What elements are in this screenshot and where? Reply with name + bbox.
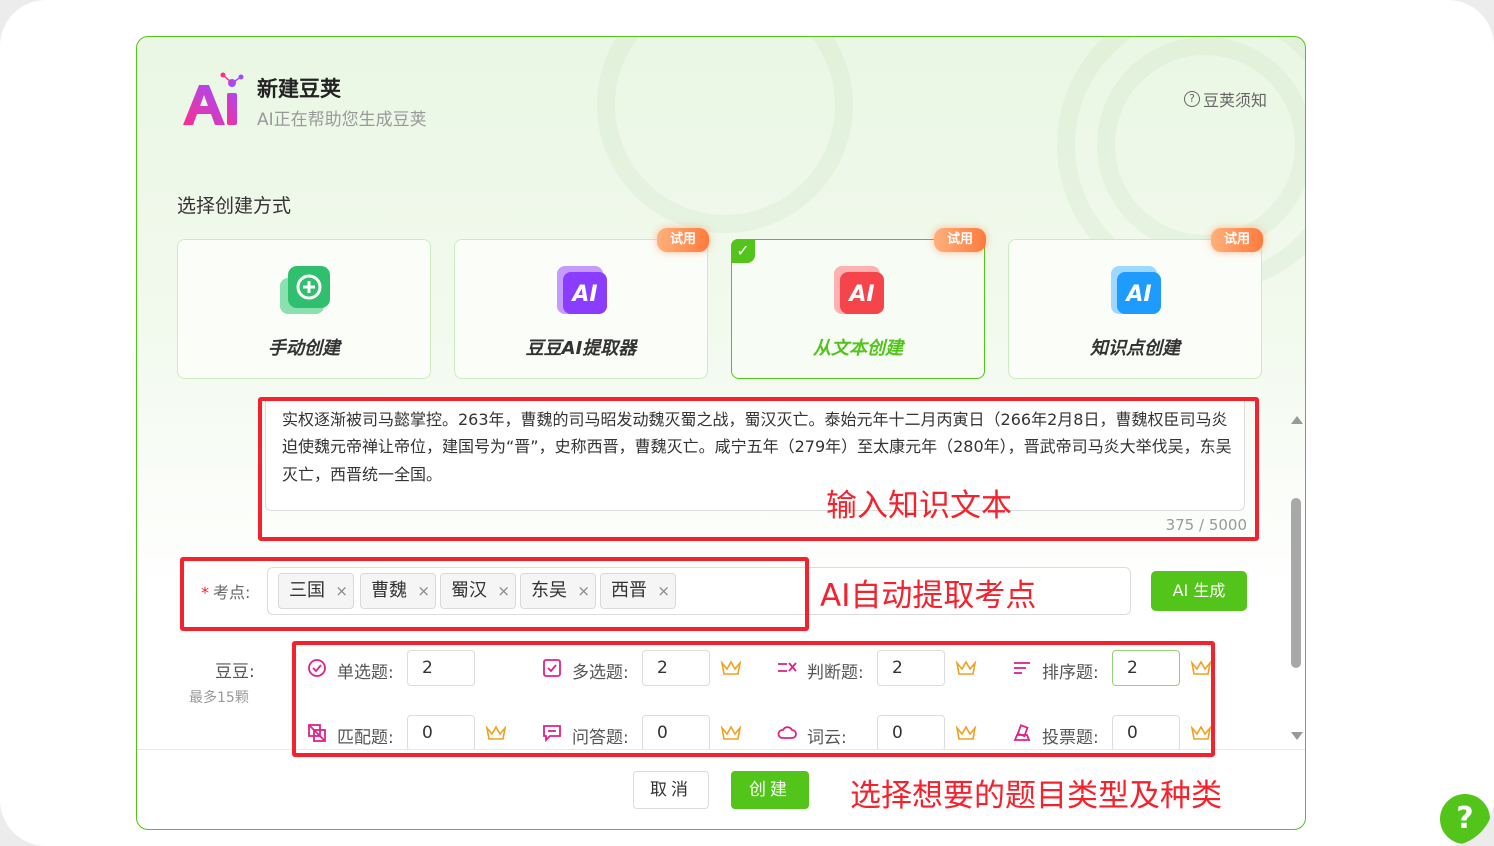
annotation-auto-extract: AI自动提取考点: [820, 578, 1037, 614]
mode-label: 知识点创建: [1090, 338, 1180, 359]
annotation-box-text: [258, 397, 1259, 541]
ai-logo-icon: [183, 72, 244, 125]
annotation-input-text: 输入知识文本: [826, 488, 1012, 524]
plus-circle-icon: [280, 266, 330, 314]
scrollbar-thumb[interactable]: [1291, 498, 1301, 668]
notice-link[interactable]: ? 豆荚须知: [1183, 87, 1267, 111]
svg-text:AI: AI: [847, 282, 874, 307]
question-circle-icon: ?: [1183, 91, 1200, 107]
ai-generate-button[interactable]: AI 生成: [1151, 571, 1247, 611]
help-button[interactable]: ?: [1440, 794, 1490, 844]
annotation-box-types: [292, 641, 1215, 757]
doudou-hint: 最多15颗: [189, 690, 249, 706]
doudou-label: 豆豆:: [215, 662, 255, 682]
trial-badge: 试用: [1211, 228, 1263, 252]
mode-label: 从文本创建: [813, 338, 903, 359]
decor-swirl: [597, 37, 853, 233]
selected-check-icon: ✓: [731, 239, 755, 263]
ai-red-icon: AI: [834, 266, 884, 314]
screen: 新建豆荚 AI正在帮助您生成豆荚 ? 豆荚须知 选择创建方式 手动创建 试用 A…: [0, 0, 1494, 846]
mode-label: 手动创建: [268, 338, 340, 359]
mode-card-knowledge-point[interactable]: 试用 AI 知识点创建: [1008, 228, 1263, 379]
mode-card-from-text[interactable]: ✓ 试用 AI 从文本创建: [731, 228, 986, 379]
mode-card-ai-extractor[interactable]: 试用 AI 豆豆AI提取器: [454, 228, 709, 379]
dialog-subtitle: AI正在帮助您生成豆荚: [257, 110, 427, 130]
annotation-box-keypoints: [180, 557, 809, 631]
trial-badge: 试用: [657, 228, 709, 252]
svg-text:AI: AI: [570, 282, 597, 307]
trial-badge: 试用: [934, 228, 986, 252]
decor-swirl: [1097, 37, 1305, 253]
notice-label: 豆荚须知: [1202, 91, 1267, 110]
dialog-title: 新建豆荚: [257, 77, 341, 101]
section-label: 选择创建方式: [177, 195, 292, 217]
ai-purple-icon: AI: [557, 266, 607, 314]
mode-label: 豆豆AI提取器: [525, 338, 637, 359]
create-button[interactable]: 创建: [731, 771, 809, 809]
ai-blue-icon: AI: [1111, 266, 1161, 314]
scroll-down-arrow-icon[interactable]: [1291, 732, 1303, 740]
svg-text:AI: AI: [1124, 282, 1151, 307]
annotation-choose-types: 选择想要的题目类型及种类: [850, 778, 1222, 814]
cancel-button[interactable]: 取消: [633, 771, 709, 809]
scroll-up-arrow-icon[interactable]: [1291, 416, 1303, 424]
mode-card-manual[interactable]: 手动创建: [177, 239, 431, 379]
